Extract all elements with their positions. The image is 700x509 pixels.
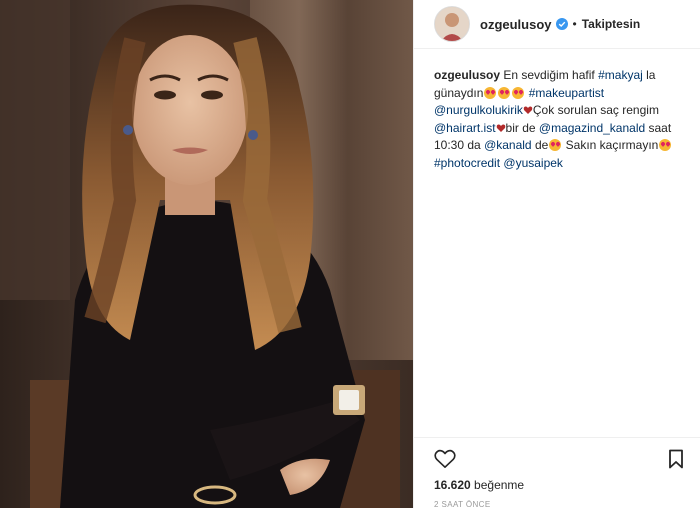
caption-text: Çok sorulan saç rengim — [532, 103, 659, 117]
heart-eyes-emoji-icon — [549, 139, 562, 151]
separator-dot: • — [572, 17, 577, 31]
action-icons-row — [434, 446, 684, 472]
caption-text: bir de — [505, 120, 536, 135]
caption-text: Sakın kaçırmayın — [565, 138, 659, 152]
caption-username[interactable]: ozgeulusoy — [434, 68, 500, 82]
post-photo[interactable] — [0, 0, 413, 508]
post-header: ozgeulusoy • Takiptesin — [414, 0, 700, 49]
profile-avatar-icon[interactable] — [434, 6, 470, 42]
portrait-image — [0, 0, 413, 508]
verified-badge-icon — [555, 18, 568, 30]
mention-nurgulkolukirik[interactable]: @nurgulkolukirik — [434, 103, 523, 117]
heart-emoji-icon — [496, 123, 505, 132]
heart-eyes-emoji-icon — [484, 86, 497, 99]
mention-kanald[interactable]: @kanald — [484, 138, 532, 152]
mention-magazind-kanald[interactable]: @magazind_kanald — [539, 121, 645, 135]
hashtag-photocredit[interactable]: #photocredit — [434, 156, 500, 170]
heart-eyes-emoji-icon — [498, 86, 511, 99]
heart-eyes-emoji-icon — [512, 86, 525, 99]
heart-eyes-emoji-icon — [659, 139, 672, 151]
mention-hairartist[interactable]: @hairart.ist — [434, 121, 496, 135]
header-username[interactable]: ozgeulusoy — [480, 17, 552, 32]
mention-yusaipek[interactable]: @yusaipek — [503, 156, 563, 170]
heart-emoji-icon — [523, 106, 533, 114]
likes-count: 16.620 — [434, 478, 471, 492]
hashtag-makeupartist[interactable]: #makeupartist — [529, 86, 604, 100]
caption-text: En sevdiğim hafif — [503, 68, 595, 82]
post-side-panel: ozgeulusoy • Takiptesin ozgeulusoy En se… — [413, 0, 700, 509]
likes-line[interactable]: 16.620 beğenme — [434, 478, 684, 492]
post-actions: 16.620 beğenme 2 SAAT ÖNCE — [414, 437, 700, 509]
hashtag-makyaj[interactable]: #makyaj — [598, 68, 643, 82]
bookmark-icon[interactable] — [668, 449, 684, 469]
post-caption: ozgeulusoy En sevdiğim hafif #makyaj la … — [414, 49, 700, 172]
follow-status[interactable]: Takiptesin — [582, 17, 640, 31]
caption-text: de — [534, 138, 549, 152]
heart-outline-icon[interactable] — [434, 449, 456, 469]
likes-label: beğenme — [474, 478, 525, 492]
instagram-post: ozgeulusoy • Takiptesin ozgeulusoy En se… — [0, 0, 700, 509]
